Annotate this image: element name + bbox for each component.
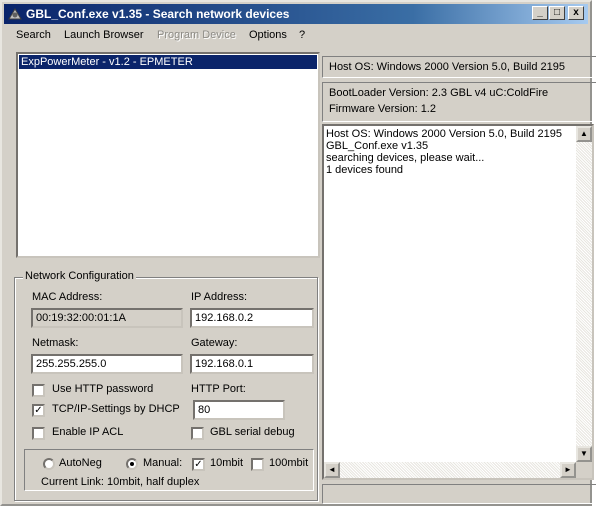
netmask-label: Netmask: [32, 337, 79, 349]
10mbit-label: 10mbit [210, 457, 244, 469]
gateway-label: Gateway: [191, 337, 238, 349]
ip-address-input[interactable]: 192.168.0.2 [190, 308, 314, 328]
device-list-item[interactable]: ExpPowerMeter - v1.2 - EPMETER [19, 55, 317, 69]
tcpip-dhcp-checkbox[interactable]: ✓ [32, 404, 45, 417]
scrollbar-corner [576, 462, 592, 478]
log-line: Host OS: Windows 2000 Version 5.0, Build… [326, 128, 563, 140]
horizontal-scrollbar[interactable] [324, 462, 576, 478]
scroll-left-icon[interactable]: ◄ [324, 462, 340, 478]
scroll-right-icon[interactable]: ► [560, 462, 576, 478]
status-bar [322, 484, 596, 504]
log-line: 1 devices found [326, 164, 404, 176]
tcpip-dhcp-label: TCP/IP-Settings by DHCP [52, 403, 180, 415]
http-port-label: HTTP Port: [191, 383, 246, 395]
host-os-info: Host OS: Windows 2000 Version 5.0, Build… [329, 61, 566, 73]
network-app-icon [8, 8, 22, 20]
log-line: GBL_Conf.exe v1.35 [326, 140, 429, 152]
enable-ip-acl-checkbox[interactable] [32, 427, 45, 440]
gateway-input[interactable]: 192.168.0.1 [190, 354, 314, 374]
current-link-status: Current Link: 10mbit, half duplex [41, 476, 200, 488]
autoneg-label: AutoNeg [59, 457, 102, 469]
use-http-password-checkbox[interactable] [32, 384, 45, 397]
gbl-serial-debug-label: GBL serial debug [210, 426, 295, 438]
mac-address-label: MAC Address: [32, 291, 103, 303]
menu-launch-browser[interactable]: Launch Browser [64, 26, 144, 44]
main-window: GBL_Conf.exe v1.35 - Search network devi… [0, 0, 596, 506]
100mbit-checkbox[interactable] [251, 458, 264, 471]
device-list[interactable]: ExpPowerMeter - v1.2 - EPMETER [16, 52, 320, 258]
mac-address-field: 00:19:32:00:01:1A [31, 308, 183, 328]
autoneg-radio[interactable] [43, 458, 55, 470]
title-bar[interactable]: GBL_Conf.exe v1.35 - Search network devi… [4, 4, 588, 24]
close-button[interactable]: x [568, 6, 584, 20]
host-os-panel: Host OS: Windows 2000 Version 5.0, Build… [322, 56, 596, 78]
100mbit-label: 100mbit [269, 457, 309, 469]
scroll-up-icon[interactable]: ▲ [576, 126, 592, 142]
enable-ip-acl-label: Enable IP ACL [52, 426, 124, 438]
gbl-serial-debug-checkbox[interactable] [191, 427, 204, 440]
vertical-scrollbar[interactable] [576, 126, 592, 462]
checkmark-icon: ✓ [194, 459, 203, 470]
manual-radio[interactable] [126, 458, 138, 470]
maximize-button[interactable]: □ [549, 6, 565, 20]
menu-bar: Search Launch Browser Program Device Opt… [4, 26, 588, 44]
use-http-password-label: Use HTTP password [52, 383, 154, 395]
menu-help[interactable]: ? [299, 26, 305, 44]
minimize-button[interactable]: _ [532, 6, 548, 20]
10mbit-checkbox[interactable]: ✓ [192, 458, 205, 471]
firmware-info: Firmware Version: 1.2 [329, 103, 436, 115]
device-info-panel: BootLoader Version: 2.3 GBL v4 uC:ColdFi… [322, 82, 596, 122]
scroll-down-icon[interactable]: ▼ [576, 446, 592, 462]
log-line: searching devices, please wait... [326, 152, 485, 164]
bootloader-info: BootLoader Version: 2.3 GBL v4 uC:ColdFi… [329, 87, 549, 99]
menu-program-device[interactable]: Program Device [157, 26, 236, 44]
window-title: GBL_Conf.exe v1.35 - Search network devi… [26, 7, 290, 21]
log-output[interactable]: Host OS: Windows 2000 Version 5.0, Build… [322, 124, 594, 480]
ip-address-label: IP Address: [191, 291, 248, 303]
netmask-input[interactable]: 255.255.255.0 [31, 354, 183, 374]
http-port-input[interactable]: 80 [193, 400, 285, 420]
menu-search[interactable]: Search [16, 26, 51, 44]
menu-options[interactable]: Options [249, 26, 287, 44]
network-config-title: Network Configuration [23, 270, 136, 282]
manual-label: Manual: [143, 457, 183, 469]
checkmark-icon: ✓ [34, 405, 43, 416]
log-text: Host OS: Windows 2000 Version 5.0, Build… [326, 128, 562, 176]
